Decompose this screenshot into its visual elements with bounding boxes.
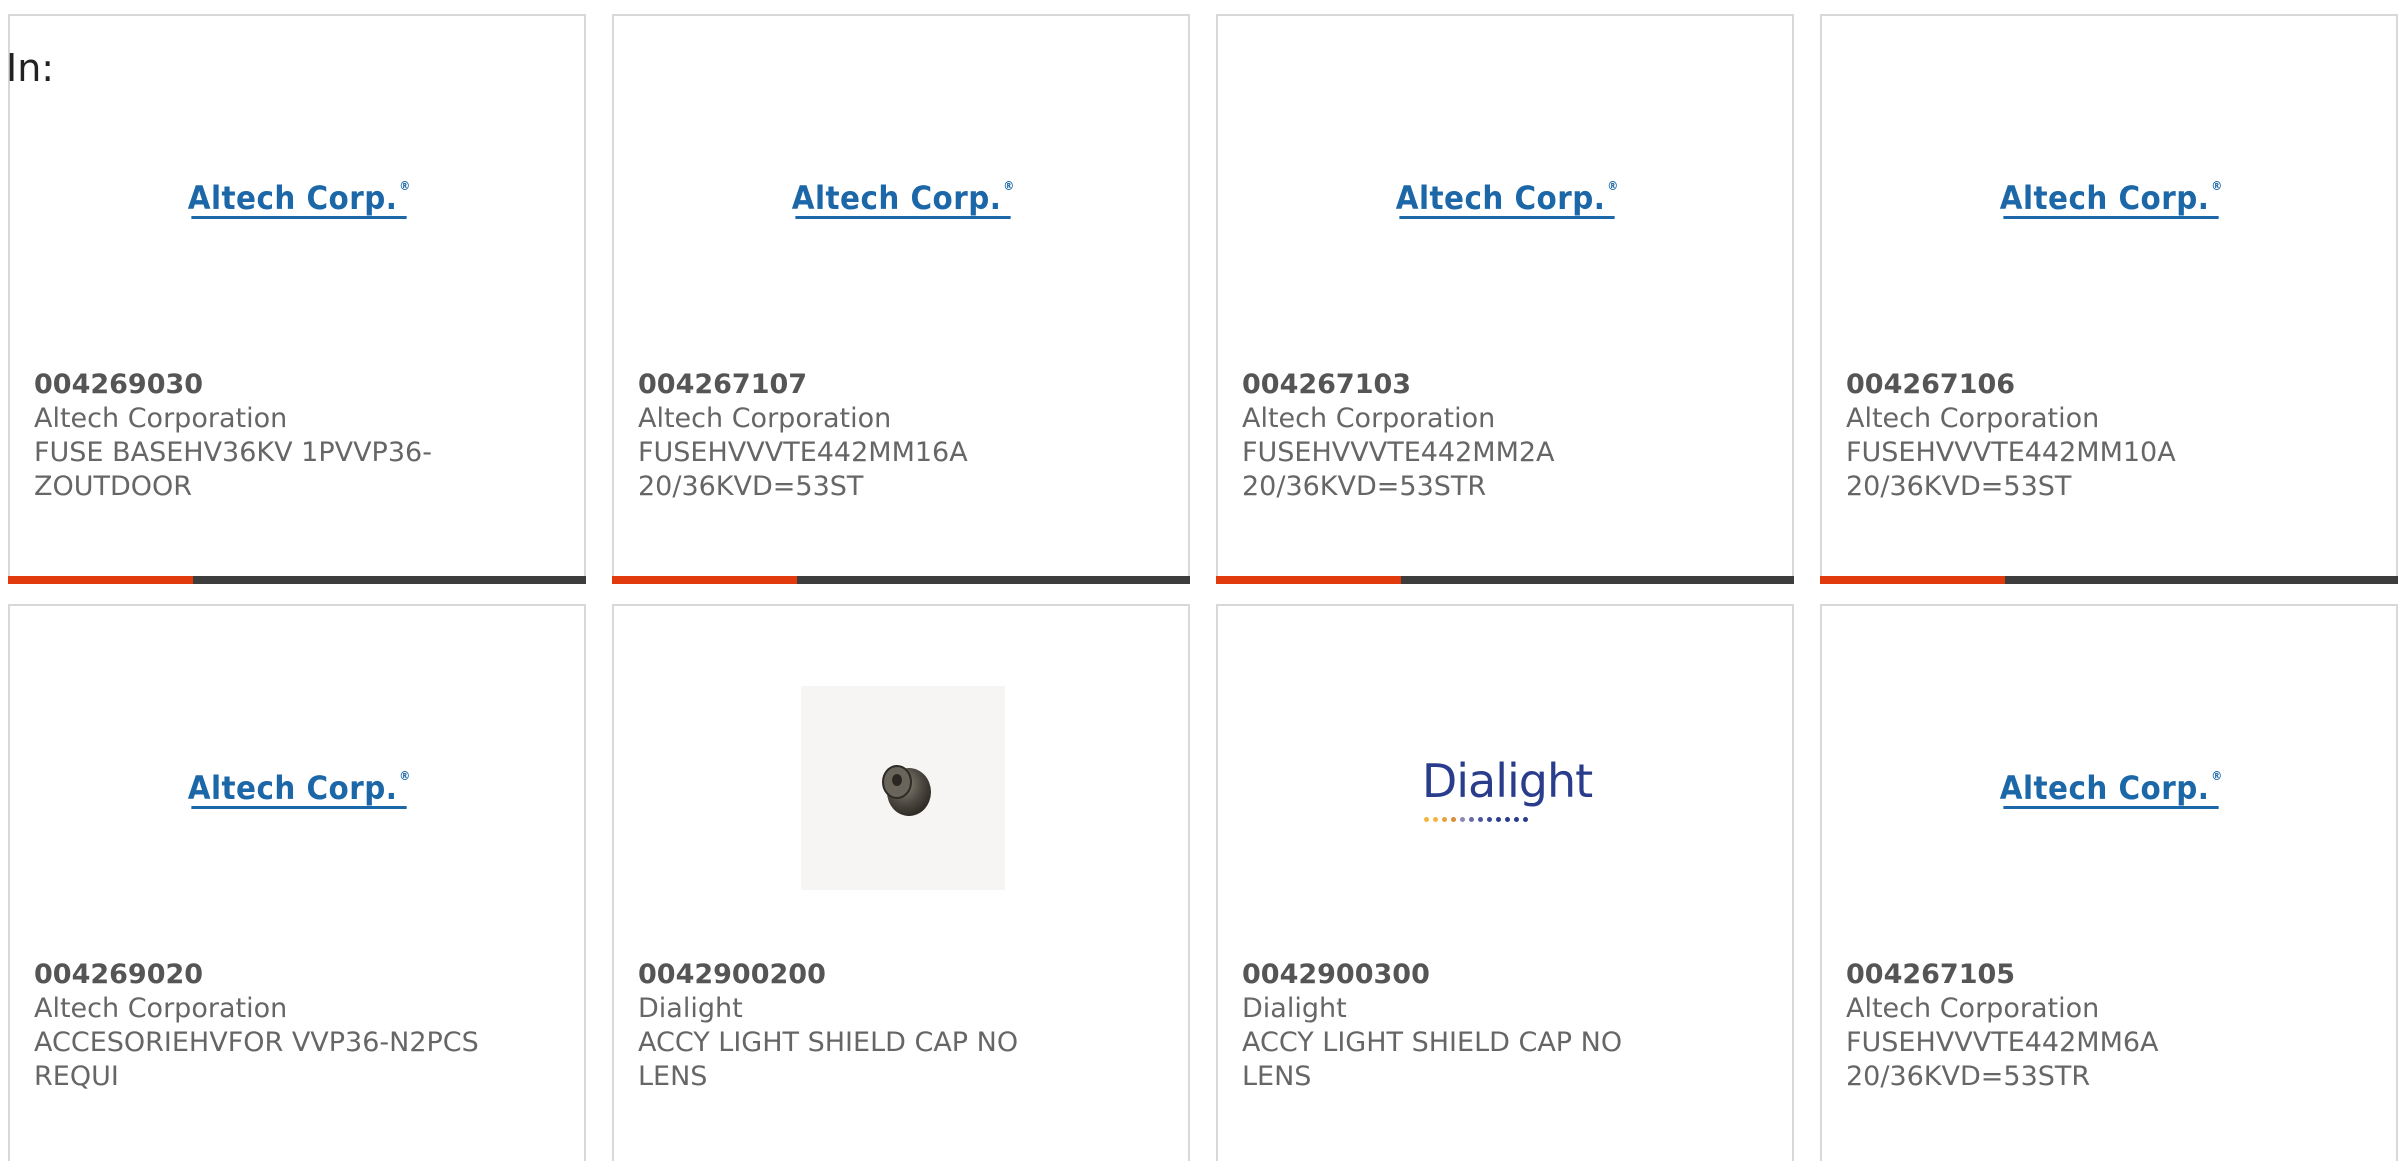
manufacturer-name: Altech Corporation [34, 403, 288, 434]
product-card[interactable]: Altech Corp. ® 004269020 Altech Corporati… [8, 604, 586, 1161]
shield-cap-photo[interactable] [801, 686, 1005, 890]
product-card[interactable]: Altech Corp. ® 004267107 Altech Corporati… [612, 14, 1190, 584]
manufacturer-name: Altech Corporation [638, 403, 892, 434]
card-progress-fill [1820, 576, 2005, 584]
description-line: REQUI [34, 1061, 119, 1092]
description-line: FUSEHVVVTE442MM6A [1846, 1027, 2159, 1058]
description-line: LENS [1242, 1061, 1312, 1092]
description-line: ACCESORIEHVFOR VVP36-N2PCS [34, 1027, 479, 1058]
card-progress-fill [1216, 576, 1401, 584]
altech-logo-image[interactable]: Altech Corp. ® [1395, 96, 1618, 300]
description-line: FUSE BASEHV36KV 1PVVP36- [34, 437, 432, 468]
description-line: 20/36KVD=53ST [1846, 471, 2072, 502]
part-number[interactable]: 004267106 [1846, 368, 2306, 402]
card-progress-bar [1820, 576, 2398, 584]
part-number[interactable]: 0042900200 [638, 958, 1098, 992]
product-card[interactable]: 0042900200 Dialight ACCY LIGHT SHIELD CA… [612, 604, 1190, 1161]
manufacturer-name: Altech Corporation [1242, 403, 1496, 434]
product-grid-page: In: Altech Corp. ® 004269030 Altech Corpo… [0, 0, 2400, 1161]
part-number[interactable]: 004267107 [638, 368, 1098, 402]
shield-cap-icon [882, 765, 931, 816]
description-line: FUSEHVVVTE442MM16A [638, 437, 968, 468]
description-line: 20/36KVD=53ST [638, 471, 864, 502]
dialight-logo-image[interactable]: Dialight [1405, 686, 1609, 890]
manufacturer-name: Altech Corporation [1846, 403, 2100, 434]
card-progress-bar [612, 576, 1190, 584]
description-line: ACCY LIGHT SHIELD CAP NO [638, 1027, 1019, 1058]
card-progress-fill [8, 576, 193, 584]
manufacturer-name: Dialight [638, 993, 743, 1024]
description-line: 20/36KVD=53STR [1846, 1061, 2091, 1092]
product-card[interactable]: Altech Corp. ® 004267105 Altech Corporati… [1820, 604, 2398, 1161]
card-progress-bar [1216, 576, 1794, 584]
altech-logo-image[interactable]: Altech Corp. ® [791, 96, 1014, 300]
product-card[interactable]: Altech Corp. ® 004267103 Altech Corporati… [1216, 14, 1794, 584]
product-card[interactable]: Altech Corp. ® 004269030 Altech Corporati… [8, 14, 586, 584]
description-line: LENS [638, 1061, 708, 1092]
manufacturer-name: Altech Corporation [1846, 993, 2100, 1024]
filter-in-label: In: [6, 46, 55, 90]
altech-logo-image[interactable]: Altech Corp. ® [187, 96, 410, 300]
description-line: FUSEHVVVTE442MM2A [1242, 437, 1555, 468]
card-progress-bar [8, 576, 586, 584]
description-line: 20/36KVD=53STR [1242, 471, 1487, 502]
altech-logo-image[interactable]: Altech Corp. ® [1999, 96, 2222, 300]
product-card[interactable]: Altech Corp. ® 004267106 Altech Corporati… [1820, 14, 2398, 584]
description-line: FUSEHVVVTE442MM10A [1846, 437, 2176, 468]
part-number[interactable]: 004269020 [34, 958, 494, 992]
manufacturer-name: Dialight [1242, 993, 1347, 1024]
part-number[interactable]: 004267103 [1242, 368, 1702, 402]
manufacturer-name: Altech Corporation [34, 993, 288, 1024]
product-card[interactable]: Dialight 0042900300 Dialight ACCY LIGHT … [1216, 604, 1794, 1161]
altech-logo-image[interactable]: Altech Corp. ® [1999, 686, 2222, 890]
part-number[interactable]: 0042900300 [1242, 958, 1702, 992]
description-line: ACCY LIGHT SHIELD CAP NO [1242, 1027, 1623, 1058]
description-line: ZOUTDOOR [34, 471, 193, 502]
part-number[interactable]: 004267105 [1846, 958, 2306, 992]
part-number[interactable]: 004269030 [34, 368, 494, 402]
card-progress-fill [612, 576, 797, 584]
dialight-dots-icon [1423, 817, 1528, 822]
altech-logo-image[interactable]: Altech Corp. ® [187, 686, 410, 890]
